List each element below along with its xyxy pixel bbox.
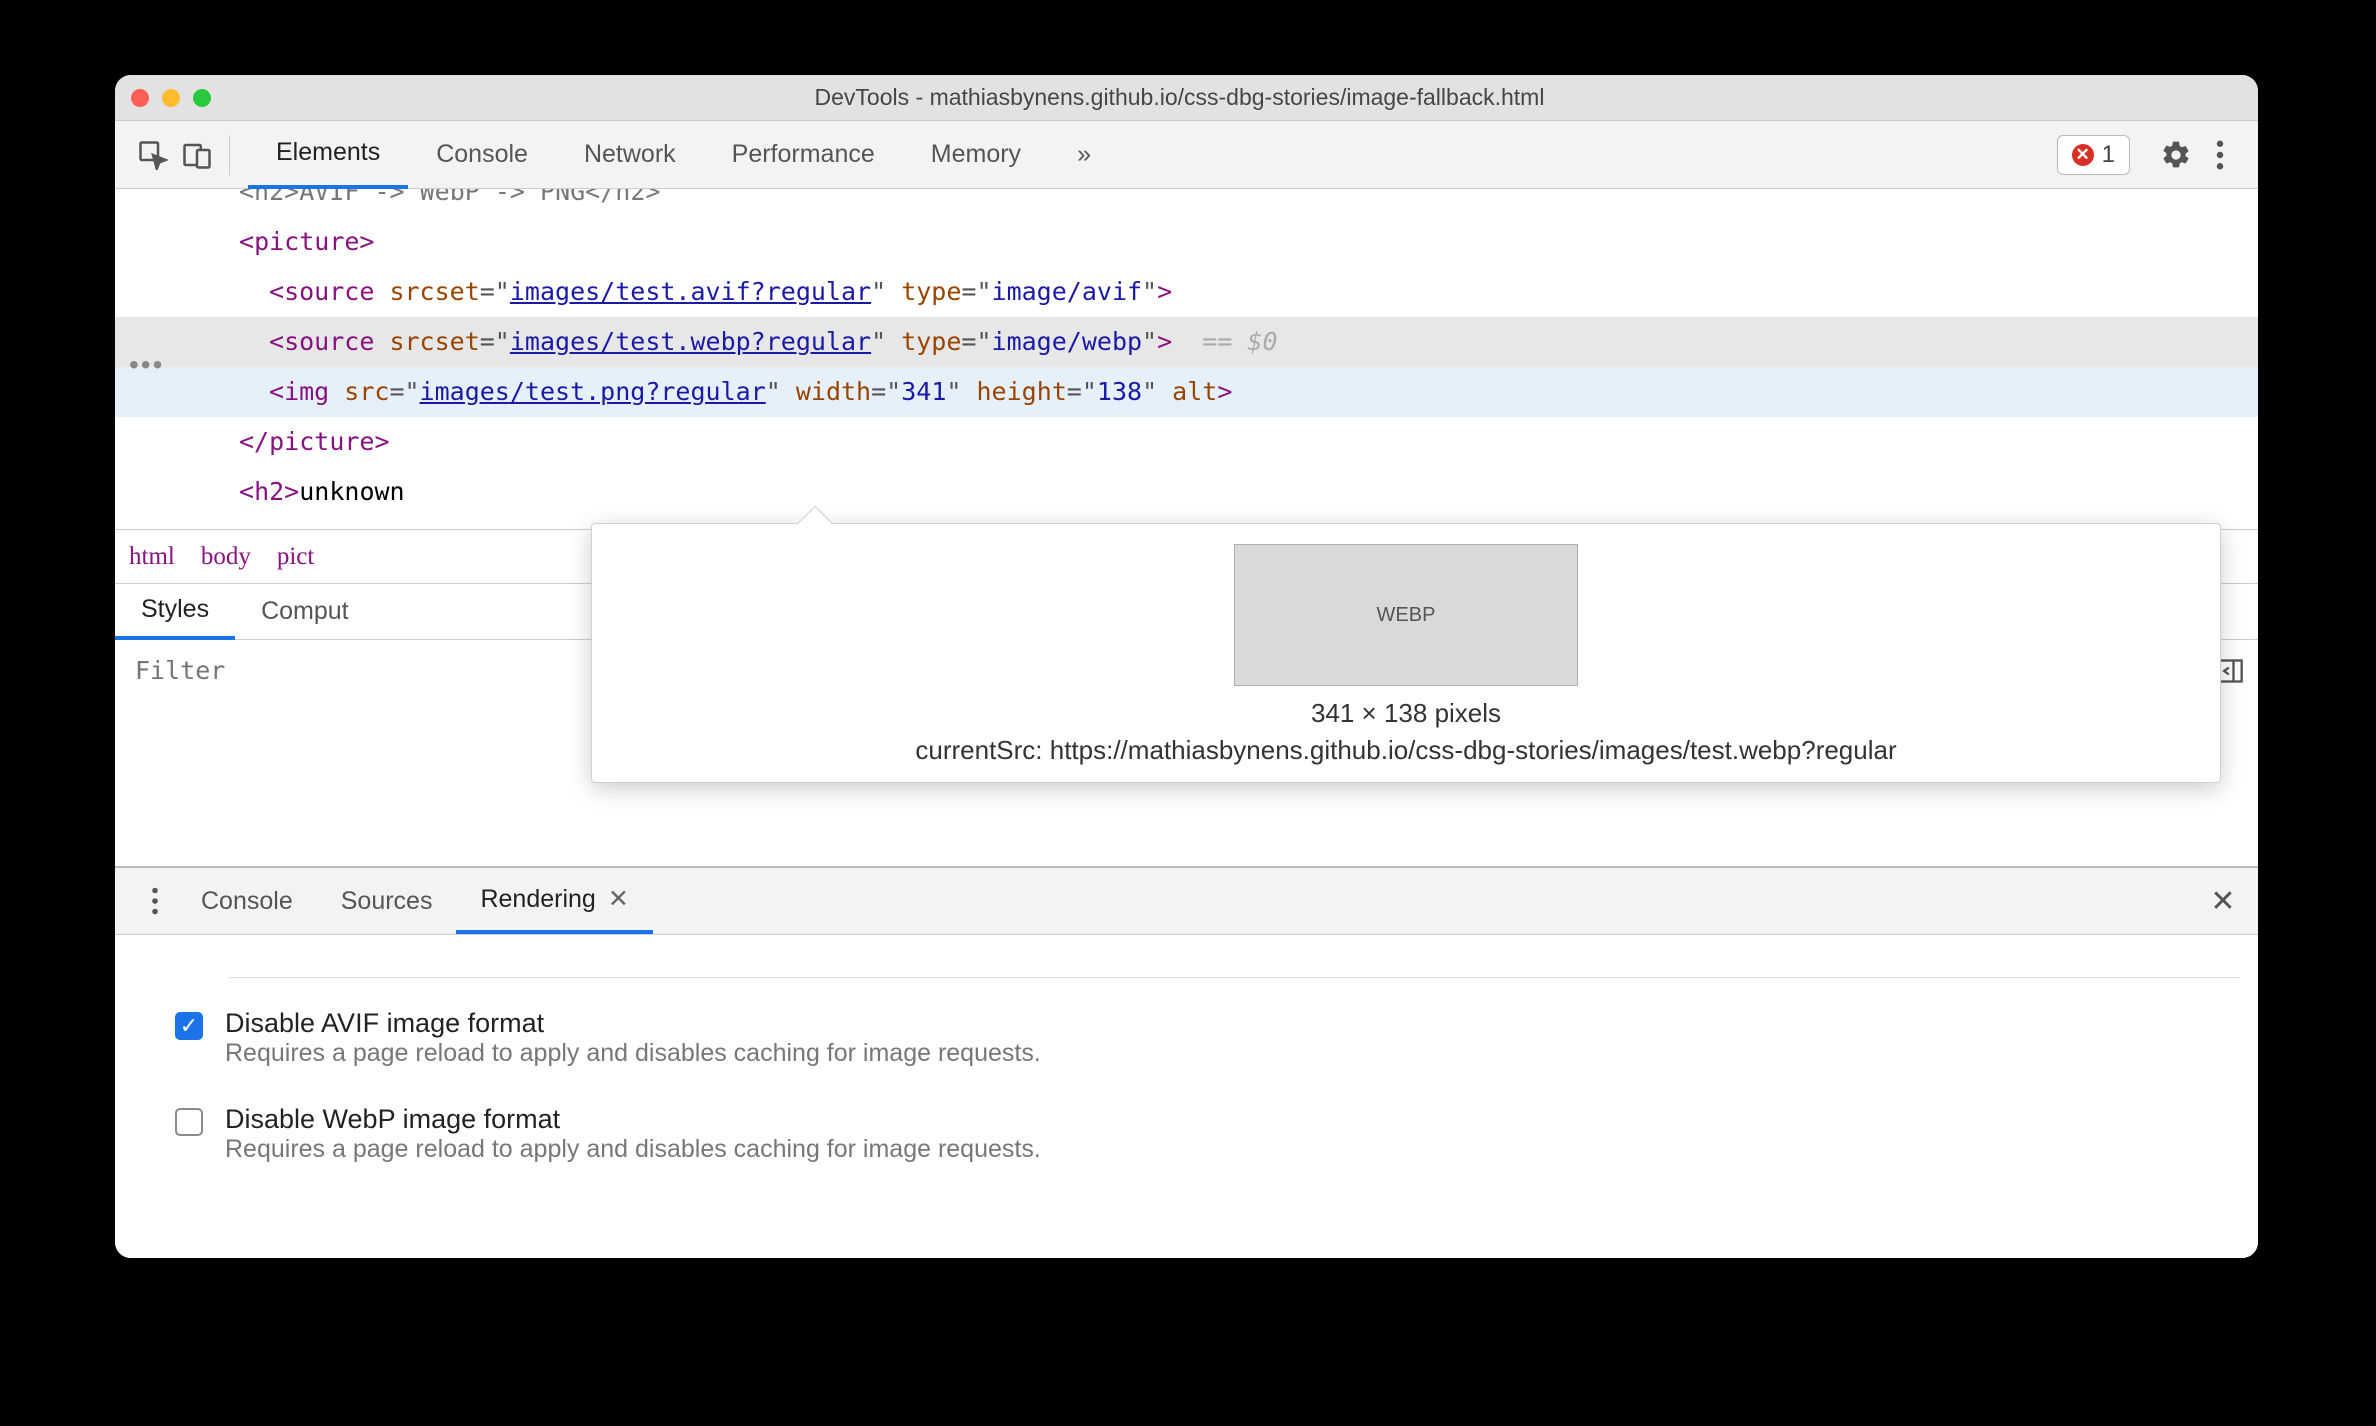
tab-styles[interactable]: Styles xyxy=(115,584,235,640)
inspect-element-icon[interactable] xyxy=(131,133,175,177)
checkbox-checked-icon[interactable]: ✓ xyxy=(175,1012,203,1040)
dom-line[interactable]: <h2>AVIF -> WebP -> PNG</h2> xyxy=(115,189,2258,217)
breadcrumb-item[interactable]: body xyxy=(201,543,251,571)
drawer-tab-console[interactable]: Console xyxy=(177,868,317,934)
ellipsis-icon: ••• xyxy=(129,349,164,381)
tab-overflow[interactable]: » xyxy=(1049,121,1119,189)
breadcrumb-item[interactable]: html xyxy=(129,543,175,571)
option-subtitle: Requires a page reload to apply and disa… xyxy=(225,1039,1041,1068)
zoom-window-icon[interactable] xyxy=(193,89,211,107)
option-disable-avif[interactable]: ✓ Disable AVIF image format Requires a p… xyxy=(175,1008,2240,1068)
title-bar: DevTools - mathiasbynens.github.io/css-d… xyxy=(115,75,2258,121)
close-window-icon[interactable] xyxy=(131,89,149,107)
close-icon[interactable]: ✕ xyxy=(608,884,629,914)
image-preview-popover: WEBP 341 × 138 pixels currentSrc: https:… xyxy=(591,523,2221,783)
preview-thumbnail: WEBP xyxy=(1234,544,1578,686)
main-tab-bar: Elements Console Network Performance Mem… xyxy=(115,121,2258,189)
drawer-close-icon[interactable]: ✕ xyxy=(2206,884,2240,918)
drawer-panel: Console Sources Rendering✕ ✕ ✓ Disable A… xyxy=(115,866,2258,1258)
tab-computed[interactable]: Comput xyxy=(235,584,375,640)
error-count-chip[interactable]: ✕ 1 xyxy=(2057,135,2130,175)
tab-network[interactable]: Network xyxy=(556,121,704,189)
separator xyxy=(229,135,230,175)
error-count: 1 xyxy=(2102,141,2115,169)
devtools-window: DevTools - mathiasbynens.github.io/css-d… xyxy=(115,75,2258,1258)
option-title: Disable WebP image format xyxy=(225,1104,1041,1135)
divider xyxy=(229,977,2240,978)
option-title: Disable AVIF image format xyxy=(225,1008,1041,1039)
device-toolbar-icon[interactable] xyxy=(175,133,219,177)
error-icon: ✕ xyxy=(2072,144,2094,166)
dom-line-h2-next[interactable]: <h2>unknown xyxy=(115,467,2258,517)
dom-line-img[interactable]: <img src="images/test.png?regular" width… xyxy=(115,367,2258,417)
dom-line-picture-open[interactable]: <picture> xyxy=(115,217,2258,267)
dom-line-source-avif[interactable]: <source srcset="images/test.avif?regular… xyxy=(115,267,2258,317)
minimize-window-icon[interactable] xyxy=(162,89,180,107)
dom-line-source-webp[interactable]: <source srcset="images/test.webp?regular… xyxy=(115,317,2258,367)
preview-dimensions: 341 × 138 pixels xyxy=(1311,698,1501,729)
rendering-panel[interactable]: ✓ Disable AVIF image format Requires a p… xyxy=(115,934,2258,1258)
tab-console[interactable]: Console xyxy=(408,121,556,189)
window-title: DevTools - mathiasbynens.github.io/css-d… xyxy=(211,84,2258,111)
drawer-more-icon[interactable] xyxy=(133,879,177,923)
option-disable-webp[interactable]: Disable WebP image format Requires a pag… xyxy=(175,1104,2240,1164)
settings-gear-icon[interactable] xyxy=(2154,133,2198,177)
drawer-tab-bar: Console Sources Rendering✕ ✕ xyxy=(115,868,2258,934)
breadcrumb-item[interactable]: pict xyxy=(277,543,315,571)
drawer-tab-rendering[interactable]: Rendering✕ xyxy=(456,868,652,934)
elements-panel[interactable]: ••• <h2>AVIF -> WebP -> PNG</h2> <pictur… xyxy=(115,189,2258,529)
traffic-lights xyxy=(131,89,211,107)
more-options-icon[interactable] xyxy=(2198,133,2242,177)
preview-current-src: currentSrc: https://mathiasbynens.github… xyxy=(915,735,1896,766)
tab-elements[interactable]: Elements xyxy=(248,121,408,189)
gutter: ••• xyxy=(115,189,219,529)
checkbox-unchecked-icon[interactable] xyxy=(175,1108,203,1136)
tab-performance[interactable]: Performance xyxy=(704,121,903,189)
tab-memory[interactable]: Memory xyxy=(903,121,1049,189)
option-subtitle: Requires a page reload to apply and disa… xyxy=(225,1135,1041,1164)
dom-line-picture-close[interactable]: </picture> xyxy=(115,417,2258,467)
drawer-tab-sources[interactable]: Sources xyxy=(317,868,457,934)
